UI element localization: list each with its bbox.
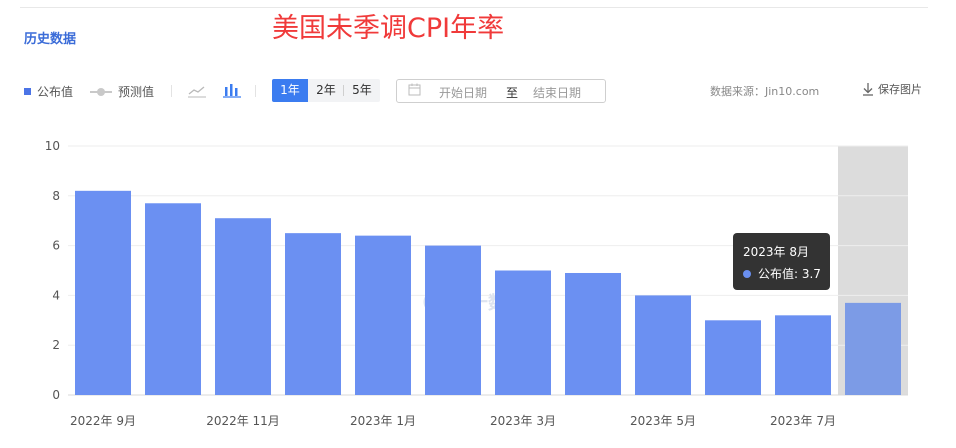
bar[interactable] bbox=[425, 245, 481, 395]
x-tick-label: 2023年 1月 bbox=[350, 414, 416, 428]
x-tick-label: 2023年 5月 bbox=[630, 414, 696, 428]
bar[interactable] bbox=[215, 218, 271, 395]
x-tick-label: 2022年 9月 bbox=[70, 414, 136, 428]
cpi-bar-chart: 金十数据 02468102022年 9月 2022年 11月 2023年 1月 202… bbox=[45, 139, 908, 428]
y-tick-label: 6 bbox=[52, 239, 60, 253]
y-tick-label: 8 bbox=[52, 189, 60, 203]
bar[interactable] bbox=[75, 190, 131, 395]
bar[interactable] bbox=[775, 315, 831, 395]
tooltip-value: 公布值: 3.7 bbox=[758, 267, 821, 281]
y-tick-label: 0 bbox=[52, 388, 60, 402]
x-tick-label: 2023年 7月 bbox=[770, 414, 836, 428]
bar[interactable] bbox=[495, 270, 551, 396]
x-tick-label: 2022年 11月 bbox=[206, 414, 280, 428]
y-tick-label: 10 bbox=[45, 139, 60, 153]
tooltip-title: 2023年 8月 bbox=[743, 245, 809, 259]
x-tick-label: 2023年 3月 bbox=[490, 414, 556, 428]
bar[interactable] bbox=[845, 302, 901, 395]
y-tick-label: 2 bbox=[52, 338, 60, 352]
bar[interactable] bbox=[635, 295, 691, 395]
tooltip-row: 公布值: 3.7 bbox=[743, 265, 821, 282]
bar[interactable] bbox=[285, 233, 341, 395]
chart-tooltip: 2023年 8月 公布值: 3.7 bbox=[733, 233, 830, 290]
bar[interactable] bbox=[145, 203, 201, 395]
bar[interactable] bbox=[705, 320, 761, 395]
bar[interactable] bbox=[565, 272, 621, 395]
tooltip-series-dot-icon bbox=[743, 269, 751, 278]
y-tick-label: 4 bbox=[52, 288, 60, 302]
bar[interactable] bbox=[355, 235, 411, 395]
